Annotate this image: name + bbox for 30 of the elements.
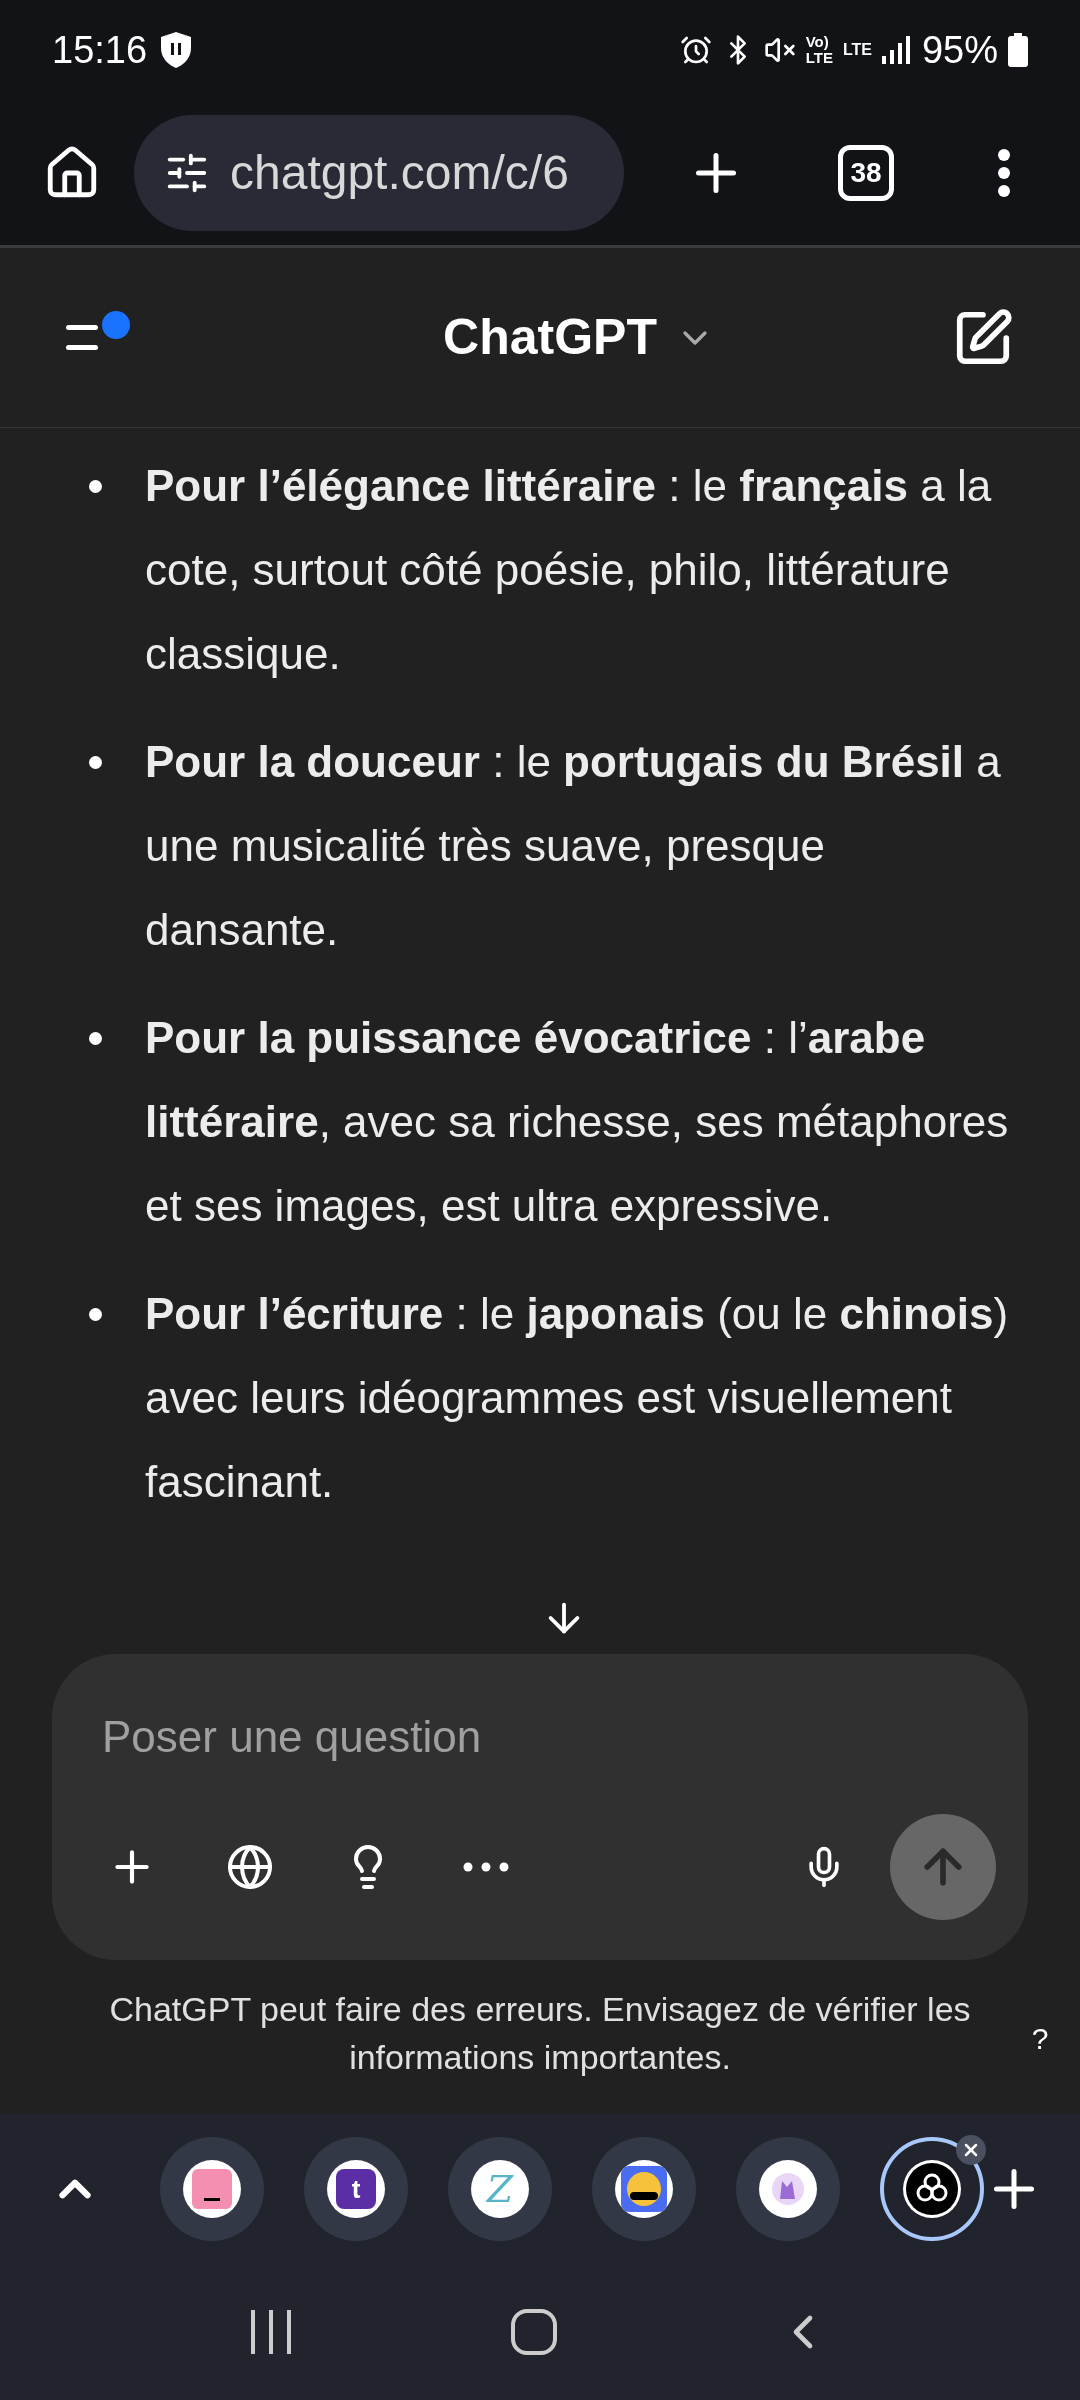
close-icon[interactable] — [956, 2135, 986, 2165]
bullet-text: Pour la puissance évocatrice : l’arabe littéraire, avec sa richesse, ses métaphores et ses images, est ultra expressive. — [145, 1013, 1009, 1230]
help-button[interactable]: ? — [1020, 2016, 1060, 2056]
signal-icon — [881, 36, 912, 64]
tab-count-button[interactable]: 38 — [838, 144, 894, 201]
address-bar[interactable]: chatgpt.com/c/6 — [134, 114, 624, 231]
bullet-text: Pour l’élégance littéraire : le français a la cote, surtout côté poésie, philo, littérature classique. — [145, 461, 992, 678]
question-input[interactable]: Poser une question — [102, 1704, 702, 1770]
recent-apps-button[interactable] — [248, 2308, 293, 2356]
disclaimer-text: ChatGPT peut faire des erreurs. Envisagez de vérifier les informations importantes. — [108, 1989, 972, 2078]
home-nav-button[interactable] — [510, 2308, 558, 2356]
url-text: chatgpt.com/c/6 — [230, 144, 569, 201]
bullet-text: Pour l’écriture : le japonais (ou le chinois) avec leurs idéogrammes est visuellement fascinant. — [145, 1289, 1009, 1506]
tab-group-tab[interactable] — [880, 2137, 984, 2241]
volte-label: Vo) LTE — [805, 34, 833, 66]
shield-icon — [159, 30, 194, 70]
battery-percent: 95% — [921, 27, 998, 73]
status-time: 15:16 — [52, 27, 148, 73]
globe-icon — [226, 1843, 274, 1891]
bullet-text: Pour la douceur : le portugais du Brésil a une musicalité très suave, presque dansante. — [145, 737, 1001, 954]
ellipsis-icon — [463, 1862, 509, 1872]
more-vertical-icon — [997, 147, 1011, 198]
site-icon: t — [336, 2169, 376, 2209]
home-outline-icon — [510, 2308, 558, 2356]
tab-group-tab[interactable]: t — [304, 2137, 408, 2241]
lte-label: LTE — [842, 41, 872, 59]
recent-apps-icon — [248, 2308, 293, 2356]
model-selector[interactable]: ChatGPT — [443, 300, 715, 375]
battery-icon — [1008, 33, 1028, 67]
alarm-icon — [679, 34, 712, 66]
